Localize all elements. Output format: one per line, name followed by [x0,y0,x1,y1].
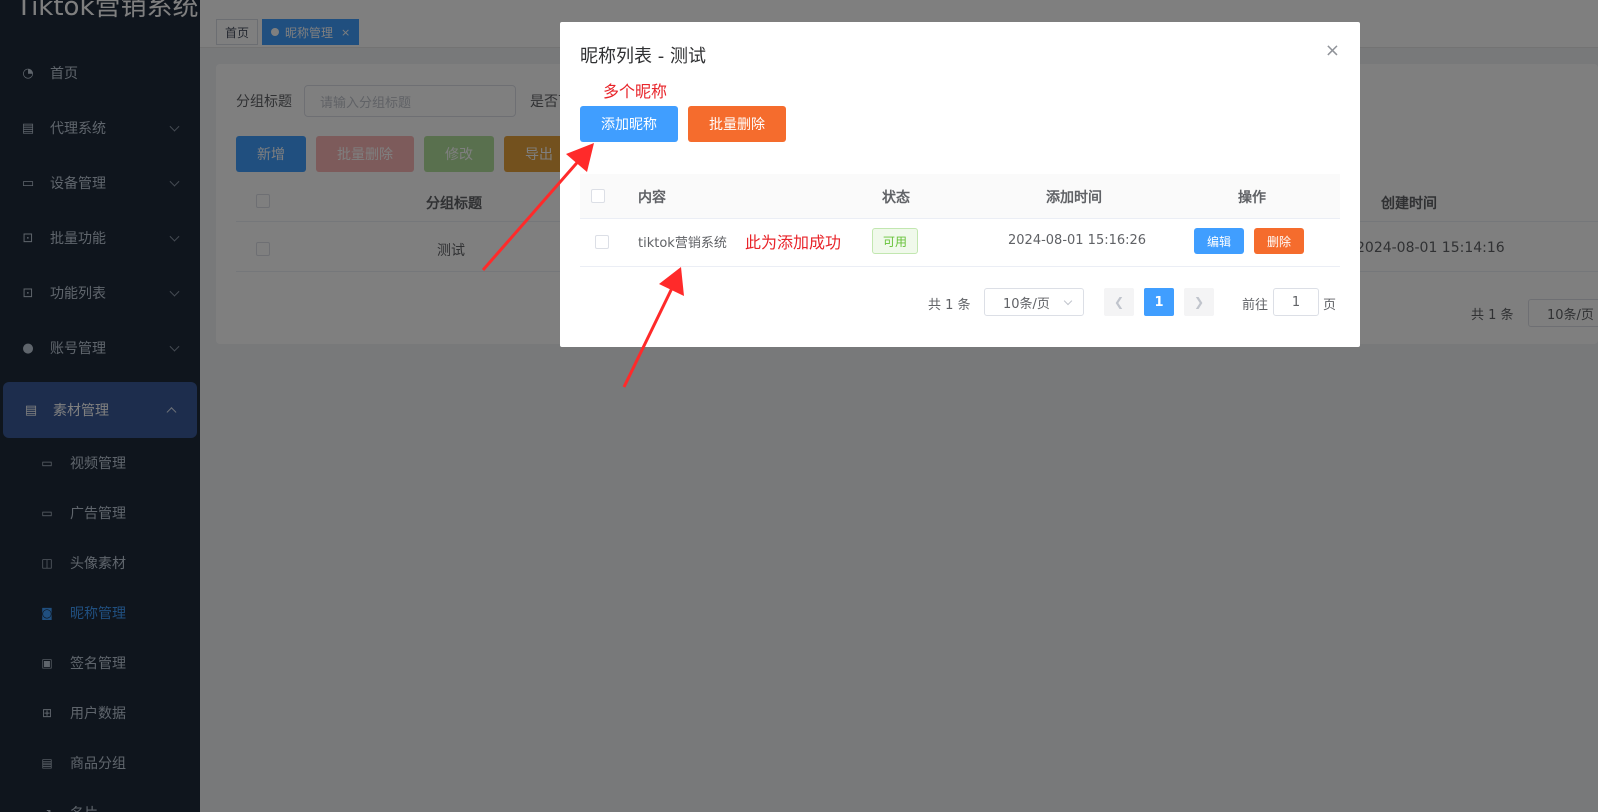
add-nickname-button[interactable]: 添加昵称 [580,106,678,142]
annotation-multiple-nicknames: 多个昵称 [603,82,668,101]
goto-label: 前往 [1242,298,1269,313]
row-added-time: 2024-08-01 15:16:26 [1008,233,1147,248]
page-size-value: 10条/页 [1003,296,1050,312]
divider [580,218,1340,219]
prev-page-button[interactable]: ❮ [1104,288,1134,316]
goto-page-input[interactable]: 1 [1273,288,1319,316]
page-number-current[interactable]: 1 [1144,288,1174,316]
pagination-total: 共 1 条 [928,298,971,313]
status-badge: 可用 [872,228,918,254]
table-header [580,174,1340,218]
column-header-status: 状态 [882,190,910,206]
close-icon[interactable]: × [1325,40,1340,61]
column-header-added-time: 添加时间 [1046,190,1102,206]
column-header-content: 内容 [638,190,666,206]
next-page-button[interactable]: ❯ [1184,288,1214,316]
row-checkbox[interactable] [595,235,609,249]
select-all-checkbox[interactable] [591,189,605,203]
row-content: tiktok营销系统 [638,236,727,251]
chevron-down-icon [1063,296,1073,306]
divider [580,266,1340,267]
delete-button[interactable]: 删除 [1254,228,1304,254]
batch-delete-button[interactable]: 批量删除 [688,106,786,142]
dialog-title: 昵称列表 - 测试 [580,46,706,67]
page-suffix: 页 [1323,298,1337,313]
nickname-list-dialog: 昵称列表 - 测试 × 多个昵称 添加昵称 批量删除 内容 状态 添加时间 操作… [560,22,1360,347]
column-header-actions: 操作 [1238,190,1266,206]
edit-button[interactable]: 编辑 [1194,228,1244,254]
page-size-select[interactable]: 10条/页 [984,288,1084,316]
chevron-left-icon: ❮ [1113,295,1125,309]
annotation-add-success: 此为添加成功 [745,233,842,252]
chevron-right-icon: ❯ [1193,295,1205,309]
